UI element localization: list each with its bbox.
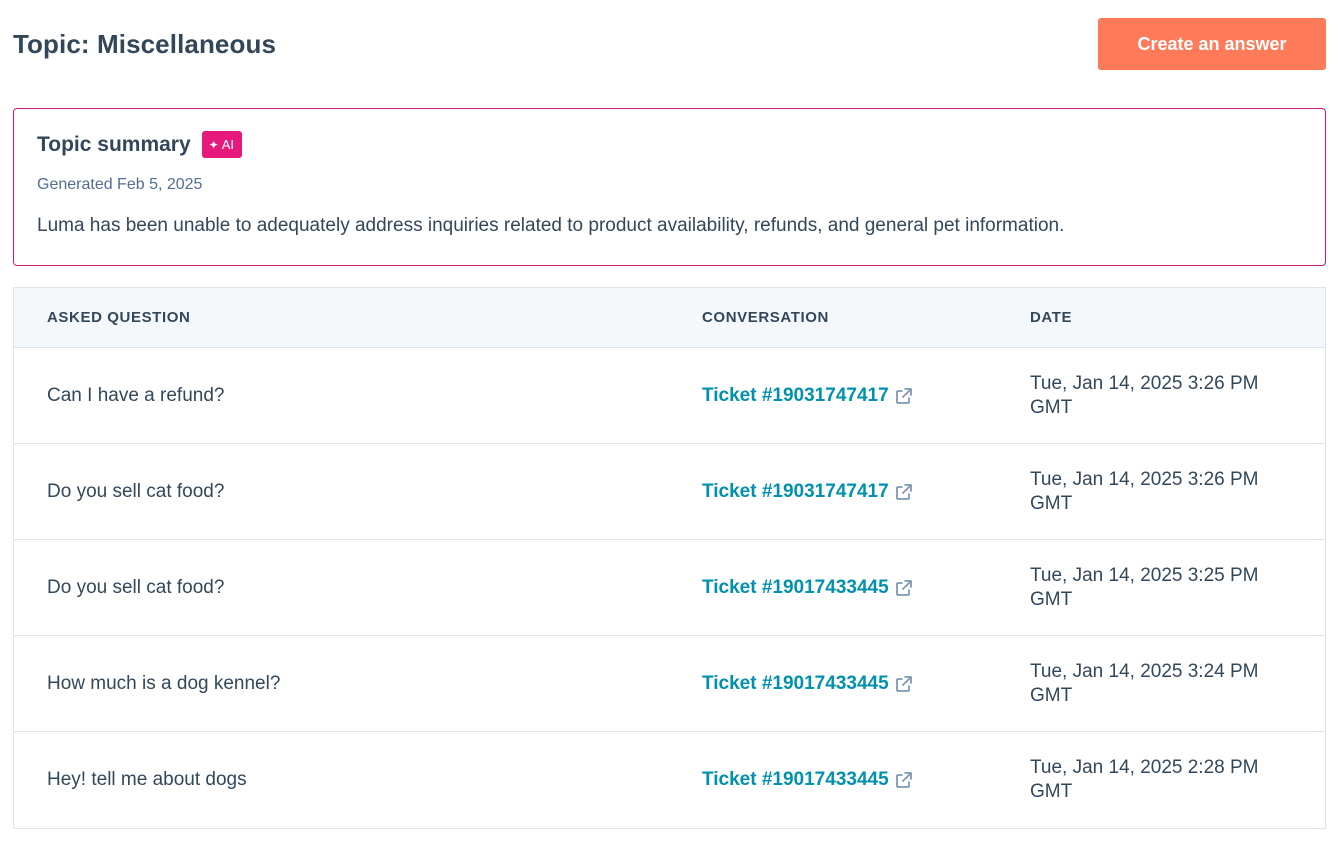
table-header: ASKED QUESTION CONVERSATION DATE: [14, 288, 1325, 348]
external-link-icon[interactable]: [895, 483, 913, 501]
ticket-link[interactable]: Ticket #19017433445: [702, 769, 913, 791]
date-cell: Tue, Jan 14, 2025 3:26 PM GMT: [1030, 468, 1259, 514]
date-cell: Tue, Jan 14, 2025 3:24 PM GMT: [1030, 660, 1259, 706]
external-link-icon[interactable]: [895, 579, 913, 597]
date-cell: Tue, Jan 14, 2025 2:28 PM GMT: [1030, 757, 1259, 802]
ticket-link[interactable]: Ticket #19031747417: [702, 385, 913, 407]
summary-title: Topic summary: [37, 132, 191, 156]
date-cell: Tue, Jan 14, 2025 3:25 PM GMT: [1030, 564, 1259, 610]
questions-table: ASKED QUESTION CONVERSATION DATE Can I h…: [13, 287, 1326, 829]
ticket-link-label[interactable]: Ticket #19031747417: [702, 385, 889, 407]
topic-summary-card: Topic summary ✦ AI Generated Feb 5, 2025…: [13, 108, 1326, 266]
ticket-link-label[interactable]: Ticket #19017433445: [702, 673, 889, 695]
question-cell: Hey! tell me about dogs: [47, 769, 247, 790]
page-header: Topic: Miscellaneous Create an answer: [13, 18, 1326, 70]
ticket-link-label[interactable]: Ticket #19031747417: [702, 481, 889, 503]
page-title: Topic: Miscellaneous: [13, 28, 277, 59]
external-link-icon[interactable]: [895, 771, 913, 789]
table-row: Do you sell cat food? Ticket #1901743344…: [14, 540, 1325, 636]
column-header-conversation: CONVERSATION: [702, 309, 829, 326]
external-link-icon[interactable]: [895, 387, 913, 405]
summary-text: Luma has been unable to adequately addre…: [37, 215, 1065, 236]
question-cell: Do you sell cat food?: [47, 480, 225, 502]
summary-heading: Topic summary ✦ AI: [37, 131, 243, 158]
column-header-date: DATE: [1030, 309, 1073, 326]
table-row: Can I have a refund? Ticket #19031747417…: [14, 348, 1325, 444]
date-cell: Tue, Jan 14, 2025 3:26 PM GMT: [1030, 372, 1259, 418]
ticket-link[interactable]: Ticket #19031747417: [702, 481, 913, 503]
table-row: Do you sell cat food? Ticket #1903174741…: [14, 444, 1325, 540]
ai-badge-label: AI: [221, 137, 235, 152]
ticket-link-label[interactable]: Ticket #19017433445: [702, 769, 889, 791]
column-header-question: ASKED QUESTION: [47, 309, 191, 326]
ticket-link[interactable]: Ticket #19017433445: [702, 673, 913, 695]
question-cell: Do you sell cat food?: [47, 576, 225, 598]
create-answer-button[interactable]: Create an answer: [1098, 18, 1326, 70]
table-row: How much is a dog kennel? Ticket #190174…: [14, 636, 1325, 732]
question-cell: How much is a dog kennel?: [47, 672, 281, 694]
summary-generated-date: Generated Feb 5, 2025: [37, 176, 203, 193]
ticket-link-label[interactable]: Ticket #19017433445: [702, 577, 889, 599]
external-link-icon[interactable]: [895, 675, 913, 693]
ticket-link[interactable]: Ticket #19017433445: [702, 577, 913, 599]
ai-badge: ✦ AI: [201, 131, 243, 158]
question-cell: Can I have a refund?: [47, 384, 225, 406]
table-row: Hey! tell me about dogs Ticket #19017433…: [14, 732, 1325, 828]
sparkle-icon: ✦: [208, 137, 219, 152]
